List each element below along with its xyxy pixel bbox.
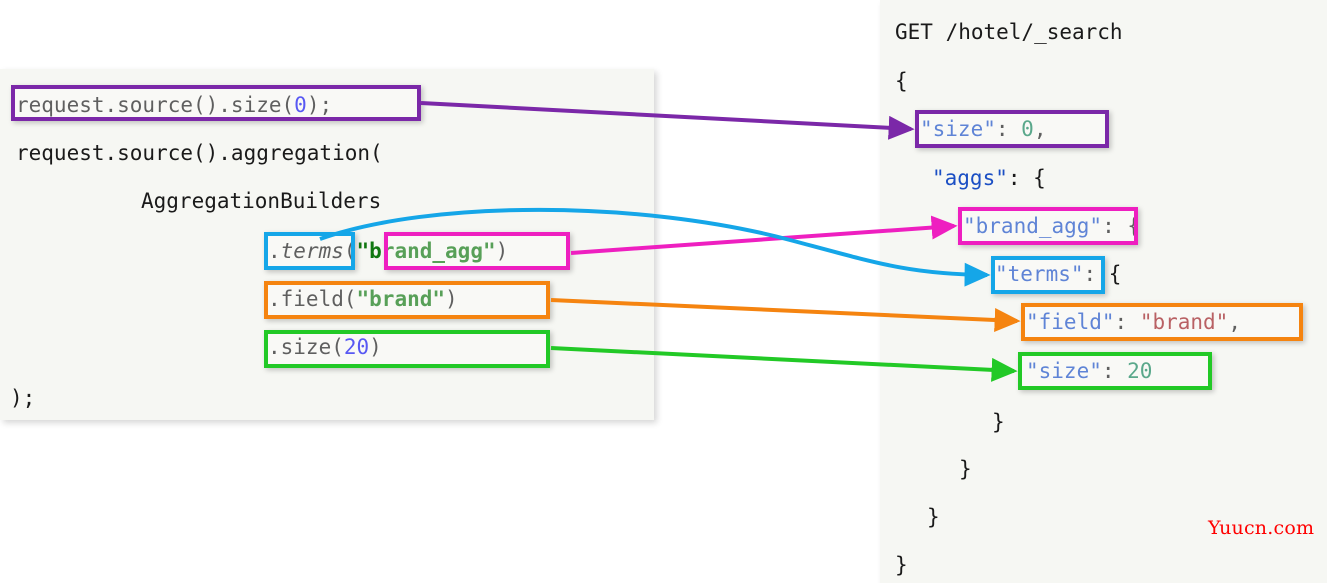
json-line-size0: "size": 0,	[920, 117, 1047, 141]
json-line-size20: "size": 20	[1026, 359, 1153, 383]
json-line-field: "field": "brand",	[1026, 310, 1241, 334]
java-line-builders: AggregationBuilders	[141, 189, 382, 213]
java-line-field: .field("brand")	[268, 287, 458, 311]
json-line-open-brace: {	[895, 69, 908, 93]
java-line-size20: .size(20)	[268, 335, 382, 359]
json-line-brand-agg: "brand_agg": {	[963, 214, 1141, 238]
json-line-close-3: }	[927, 505, 940, 529]
json-line-request: GET /hotel/_search	[895, 20, 1123, 44]
json-dsl-panel	[880, 0, 1327, 583]
json-line-terms: "terms": {	[995, 262, 1122, 286]
json-line-close-1: }	[992, 410, 1005, 434]
json-line-close-4: }	[895, 553, 908, 577]
java-line-terms: .terms("brand_agg")	[268, 239, 509, 263]
json-line-aggs: "aggs": {	[932, 166, 1046, 190]
java-line-size0: request.source().size(0);	[16, 93, 333, 117]
java-line-aggregation: request.source().aggregation(	[16, 141, 383, 165]
watermark: Yuucn.com	[1208, 517, 1315, 539]
java-line-close: );	[10, 386, 36, 410]
json-line-close-2: }	[959, 457, 972, 481]
